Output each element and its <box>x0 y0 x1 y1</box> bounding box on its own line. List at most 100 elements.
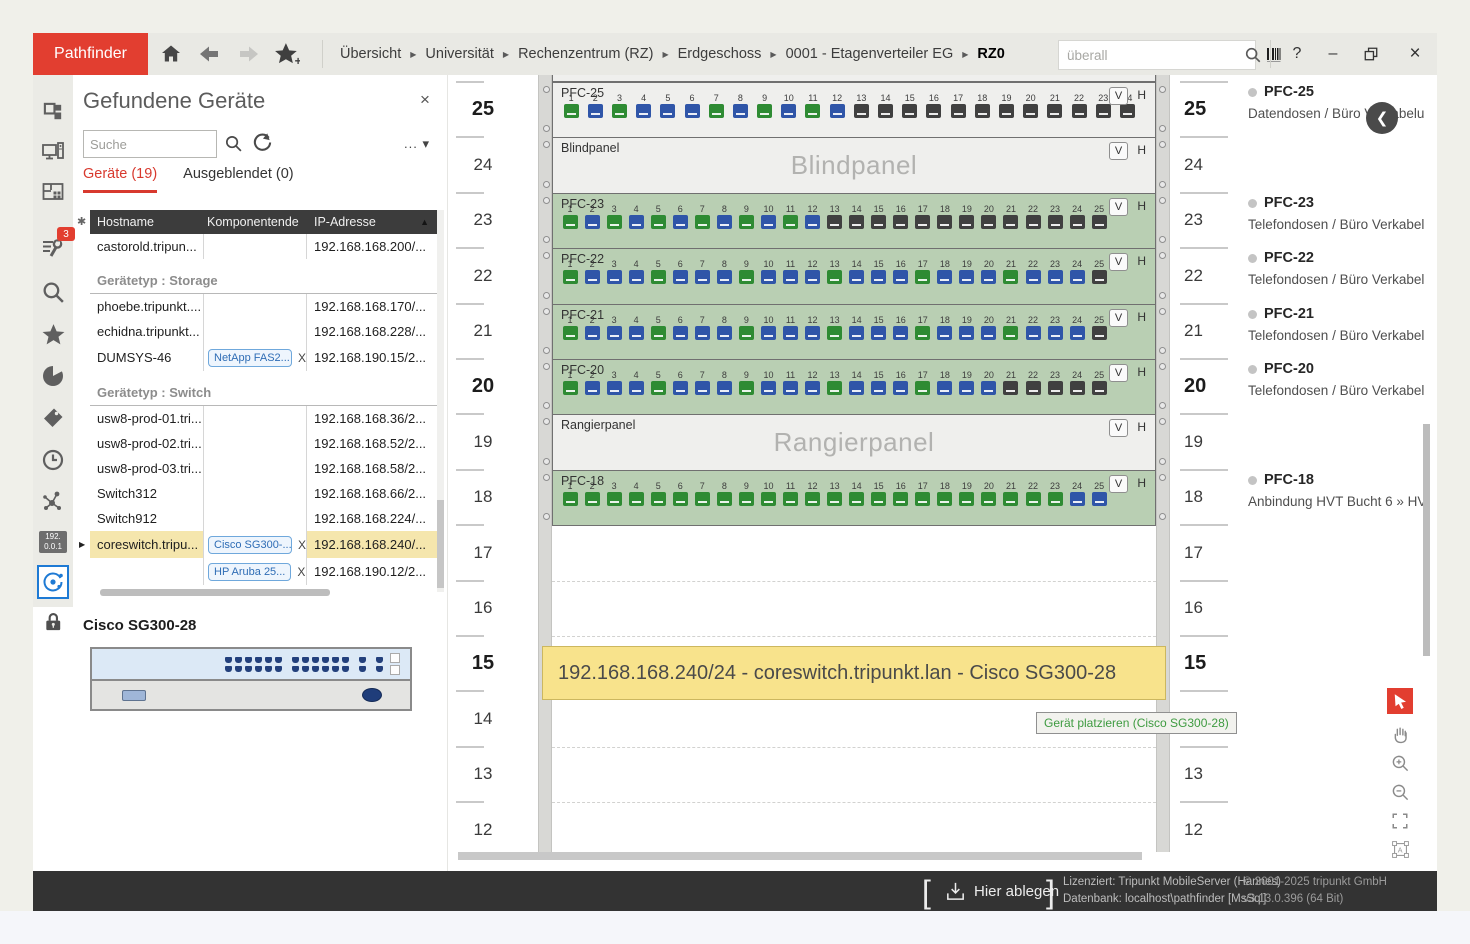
port-icon[interactable] <box>1048 492 1063 506</box>
table-row[interactable]: usw8-prod-02.tri...192.168.168.52/2... <box>90 431 437 456</box>
port-icon[interactable] <box>981 270 996 284</box>
port-slot[interactable]: 5 <box>647 315 669 340</box>
port-slot[interactable]: 24 <box>1066 204 1088 229</box>
hostname-cell[interactable]: usw8-prod-02.tri... <box>90 431 203 456</box>
port-icon[interactable] <box>805 270 820 284</box>
global-search-input[interactable] <box>1059 48 1244 63</box>
port-icon[interactable] <box>926 104 941 118</box>
panel-h-label[interactable]: H <box>1137 310 1146 324</box>
table-header[interactable]: Hostname Komponentende IP-Adresse▲ <box>90 210 437 234</box>
port-icon[interactable] <box>915 215 930 229</box>
ip-cell[interactable]: 192.168.168.58/2... <box>307 456 437 481</box>
component-cell[interactable]: Cisco SG300-...X <box>203 531 307 558</box>
port-slot[interactable]: 24 <box>1066 481 1088 506</box>
port-slot[interactable]: 6 <box>669 370 691 395</box>
port-slot[interactable]: 21 <box>1000 370 1022 395</box>
port-icon[interactable] <box>607 326 622 340</box>
hostname-cell[interactable]: usw8-prod-03.tri... <box>90 456 203 481</box>
port-icon[interactable] <box>915 270 930 284</box>
port-icon[interactable] <box>959 492 974 506</box>
port-icon[interactable] <box>673 326 688 340</box>
ip-cell[interactable]: 192.168.168.240/... <box>307 531 437 558</box>
hostname-cell[interactable]: phoebe.tripunkt.... <box>90 294 203 319</box>
port-slot[interactable]: 10 <box>777 93 801 118</box>
breadcrumb-item[interactable]: Universität <box>425 46 494 62</box>
restore-button[interactable] <box>1356 41 1386 67</box>
port-slot[interactable]: 9 <box>735 370 757 395</box>
port-icon[interactable] <box>739 270 754 284</box>
port-icon[interactable] <box>1003 492 1018 506</box>
port-icon[interactable] <box>849 492 864 506</box>
port-icon[interactable] <box>1026 215 1041 229</box>
rack-hscroll-thumb[interactable] <box>458 852 1142 860</box>
port-slot[interactable]: 3 <box>603 204 625 229</box>
port-icon[interactable] <box>629 270 644 284</box>
port-slot[interactable]: 9 <box>735 481 757 506</box>
port-icon[interactable] <box>959 270 974 284</box>
port-icon[interactable] <box>1026 326 1041 340</box>
table-vscroll-thumb[interactable] <box>437 500 444 588</box>
port-slot[interactable]: 23 <box>1044 259 1066 284</box>
port-icon[interactable] <box>695 215 710 229</box>
port-icon[interactable] <box>915 381 930 395</box>
rack-panel-pfc-20[interactable]: PFC-201234567891011121314151617181920212… <box>552 359 1156 415</box>
hostname-cell[interactable]: DUMSYS-46 <box>90 344 203 371</box>
port-icon[interactable] <box>673 492 688 506</box>
port-slot[interactable]: 24 <box>1066 259 1088 284</box>
port-icon[interactable] <box>1096 104 1111 118</box>
label-select-icon[interactable]: A <box>1387 836 1413 862</box>
port-icon[interactable] <box>893 270 908 284</box>
port-slot[interactable]: 4 <box>625 259 647 284</box>
port-slot[interactable]: 20 <box>978 259 1000 284</box>
port-icon[interactable] <box>673 215 688 229</box>
hostname-cell[interactable]: Switch912 <box>90 506 203 531</box>
port-icon[interactable] <box>915 326 930 340</box>
pan-hand-icon[interactable] <box>1387 721 1413 747</box>
table-row[interactable]: usw8-prod-03.tri... 192.168.168.58/2... <box>90 456 437 481</box>
port-icon[interactable] <box>849 326 864 340</box>
port-slot[interactable]: 19 <box>956 370 978 395</box>
port-icon[interactable] <box>733 104 748 118</box>
port-icon[interactable] <box>717 492 732 506</box>
port-icon[interactable] <box>937 381 952 395</box>
port-slot[interactable]: 23 <box>1044 204 1066 229</box>
right-vscroll-thumb[interactable] <box>1423 424 1430 656</box>
panel-v-button[interactable]: V <box>1109 364 1128 382</box>
hostname-cell[interactable]: castorold.tripun... <box>90 234 203 259</box>
port-icon[interactable] <box>1092 381 1107 395</box>
close-button[interactable]: × <box>1400 41 1430 67</box>
port-icon[interactable] <box>651 492 666 506</box>
port-icon[interactable] <box>607 381 622 395</box>
port-slot[interactable]: 11 <box>779 204 801 229</box>
port-slot[interactable]: 6 <box>680 93 704 118</box>
search-tool-icon[interactable] <box>37 276 69 308</box>
port-slot[interactable]: 13 <box>824 259 846 284</box>
port-slot[interactable]: 15 <box>898 93 922 118</box>
rack-panel-pfc-21[interactable]: PFC-211234567891011121314151617181920212… <box>552 304 1156 360</box>
favorite-add-icon[interactable]: + <box>274 41 300 67</box>
port-icon[interactable] <box>717 326 732 340</box>
port-slot[interactable]: 7 <box>691 315 713 340</box>
port-slot[interactable]: 20 <box>1019 93 1043 118</box>
tab-active[interactable]: Geräte (19) <box>83 166 157 193</box>
port-slot[interactable]: 10 <box>757 315 779 340</box>
remove-component-icon[interactable]: X <box>298 538 306 552</box>
port-icon[interactable] <box>761 270 776 284</box>
port-icon[interactable] <box>893 215 908 229</box>
port-icon[interactable] <box>761 381 776 395</box>
port-icon[interactable] <box>651 326 666 340</box>
port-icon[interactable] <box>959 326 974 340</box>
port-icon[interactable] <box>1072 104 1087 118</box>
port-slot[interactable]: 16 <box>922 93 946 118</box>
breadcrumb-item[interactable]: 0001 - Etagenverteiler EG <box>786 46 954 62</box>
port-icon[interactable] <box>783 381 798 395</box>
port-icon[interactable] <box>783 326 798 340</box>
port-slot[interactable]: 8 <box>713 481 735 506</box>
port-slot[interactable]: 3 <box>603 370 625 395</box>
port-icon[interactable] <box>893 381 908 395</box>
port-icon[interactable] <box>607 270 622 284</box>
port-icon[interactable] <box>981 326 996 340</box>
port-icon[interactable] <box>585 326 600 340</box>
port-icon[interactable] <box>563 270 578 284</box>
port-slot[interactable]: 3 <box>607 93 631 118</box>
